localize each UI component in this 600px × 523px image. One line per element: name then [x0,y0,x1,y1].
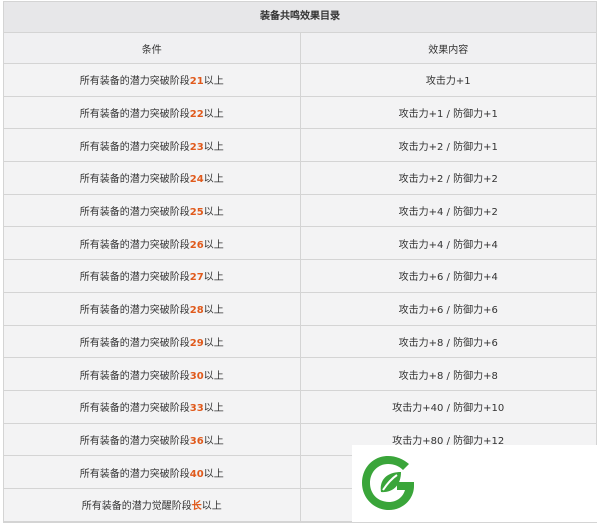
condition-prefix: 所有装备的潜力突破阶段 [79,174,190,186]
table-row: 所有装备的潜力突破阶段30以上 攻击力+8 / 防御力+8 [4,357,596,391]
condition-cell: 所有装备的潜力突破阶段21以上 [4,63,301,97]
stage-number: 26 [189,239,204,251]
stage-number: 36 [189,435,204,447]
table-row: 所有装备的潜力突破阶段24以上 攻击力+2 / 防御力+2 [4,161,596,195]
condition-cell: 所有装备的潜力突破阶段30以上 [4,357,301,391]
effect-cell: 攻击力+2 / 防御力+2 [299,161,596,195]
condition-suffix: 以上 [203,435,224,447]
effect-cell: 攻击力+1 [299,63,596,97]
stage-number: 22 [189,109,204,121]
header-condition: 条件 [4,33,301,64]
condition-cell: 所有装备的潜力突破阶段28以上 [4,291,301,326]
condition-suffix: 以上 [203,370,224,382]
condition-prefix: 所有装备的潜力突破阶段 [79,207,190,219]
table-row: 所有装备的潜力突破阶段25以上 攻击力+4 / 防御力+2 [4,193,596,228]
table-row: 所有装备的潜力突破阶段28以上 攻击力+6 / 防御力+6 [4,291,596,326]
table-row: 所有装备的潜力突破阶段26以上 攻击力+4 / 防御力+4 [4,226,596,261]
condition-suffix: 以上 [203,305,224,317]
condition-suffix: 以上 [203,468,224,480]
condition-suffix: 以上 [203,207,224,219]
condition-cell: 所有装备的潜力突破阶段29以上 [4,324,301,359]
header-effect: 效果内容 [299,33,596,64]
effect-cell: 攻击力+8 / 防御力+6 [299,324,596,359]
table-row: 所有装备的潜力突破阶段23以上 攻击力+2 / 防御力+1 [4,128,596,163]
stage-number: 25 [189,207,204,219]
condition-prefix: 所有装备的潜力突破阶段 [79,403,190,415]
stage-number: 29 [189,337,204,349]
table-row: 所有装备的潜力突破阶段33以上 攻击力+40 / 防御力+10 [4,389,596,424]
stage-number: 长 [191,501,202,513]
stage-number: 23 [189,141,204,153]
effect-cell: 攻击力+4 / 防御力+2 [299,193,596,228]
condition-prefix: 所有装备的潜力突破阶段 [79,239,190,251]
table-row: 所有装备的潜力突破阶段21以上 攻击力+1 [4,63,596,97]
table-row: 所有装备的潜力突破阶段29以上 攻击力+8 / 防御力+6 [4,324,596,359]
condition-suffix: 以上 [203,272,224,284]
condition-suffix: 以上 [203,109,224,121]
condition-cell: 所有装备的潜力突破阶段24以上 [4,161,301,195]
condition-cell: 所有装备的潜力突破阶段22以上 [4,95,301,130]
stage-number: 28 [189,305,204,317]
watermark-overlay [352,445,600,522]
condition-cell: 所有装备的潜力觉醒阶段长以上 [4,487,301,522]
condition-cell: 所有装备的潜力突破阶段36以上 [4,422,301,457]
table-header-row: 条件 效果内容 [4,33,596,64]
effect-cell: 攻击力+8 / 防御力+8 [299,357,596,391]
leaf-logo-icon [362,456,414,510]
effect-cell: 攻击力+2 / 防御力+1 [299,128,596,163]
condition-suffix: 以上 [203,403,224,415]
condition-prefix: 所有装备的潜力突破阶段 [79,76,190,88]
condition-suffix: 以上 [203,141,224,153]
stage-number: 27 [189,272,204,284]
condition-cell: 所有装备的潜力突破阶段23以上 [4,128,301,163]
condition-prefix: 所有装备的潜力突破阶段 [79,109,190,121]
condition-suffix: 以上 [203,337,224,349]
condition-prefix: 所有装备的潜力突破阶段 [79,141,190,153]
condition-suffix: 以上 [201,501,222,513]
effect-cell: 攻击力+6 / 防御力+6 [299,291,596,326]
condition-cell: 所有装备的潜力突破阶段25以上 [4,193,301,228]
condition-prefix: 所有装备的潜力突破阶段 [79,435,190,447]
condition-suffix: 以上 [203,76,224,88]
condition-prefix: 所有装备的潜力觉醒阶段 [81,501,192,513]
table-row: 所有装备的潜力突破阶段27以上 攻击力+6 / 防御力+4 [4,259,596,293]
condition-prefix: 所有装备的潜力突破阶段 [79,337,190,349]
effect-cell: 攻击力+6 / 防御力+4 [299,259,596,293]
effect-cell: 攻击力+1 / 防御力+1 [299,95,596,130]
condition-cell: 所有装备的潜力突破阶段40以上 [4,455,301,489]
condition-prefix: 所有装备的潜力突破阶段 [79,272,190,284]
effect-cell: 攻击力+40 / 防御力+10 [299,389,596,424]
stage-number: 24 [189,174,204,186]
condition-suffix: 以上 [203,239,224,251]
condition-cell: 所有装备的潜力突破阶段27以上 [4,259,301,293]
table-caption: 装备共鸣效果目录 [4,2,596,33]
condition-prefix: 所有装备的潜力突破阶段 [79,370,190,382]
condition-prefix: 所有装备的潜力突破阶段 [79,468,190,480]
condition-cell: 所有装备的潜力突破阶段26以上 [4,226,301,261]
stage-number: 30 [189,370,204,382]
stage-number: 40 [189,468,204,480]
effect-cell: 攻击力+4 / 防御力+4 [299,226,596,261]
condition-prefix: 所有装备的潜力突破阶段 [79,305,190,317]
stage-number: 33 [189,403,204,415]
condition-suffix: 以上 [203,174,224,186]
table-row: 所有装备的潜力突破阶段22以上 攻击力+1 / 防御力+1 [4,95,596,130]
condition-cell: 所有装备的潜力突破阶段33以上 [4,389,301,424]
stage-number: 21 [189,76,204,88]
